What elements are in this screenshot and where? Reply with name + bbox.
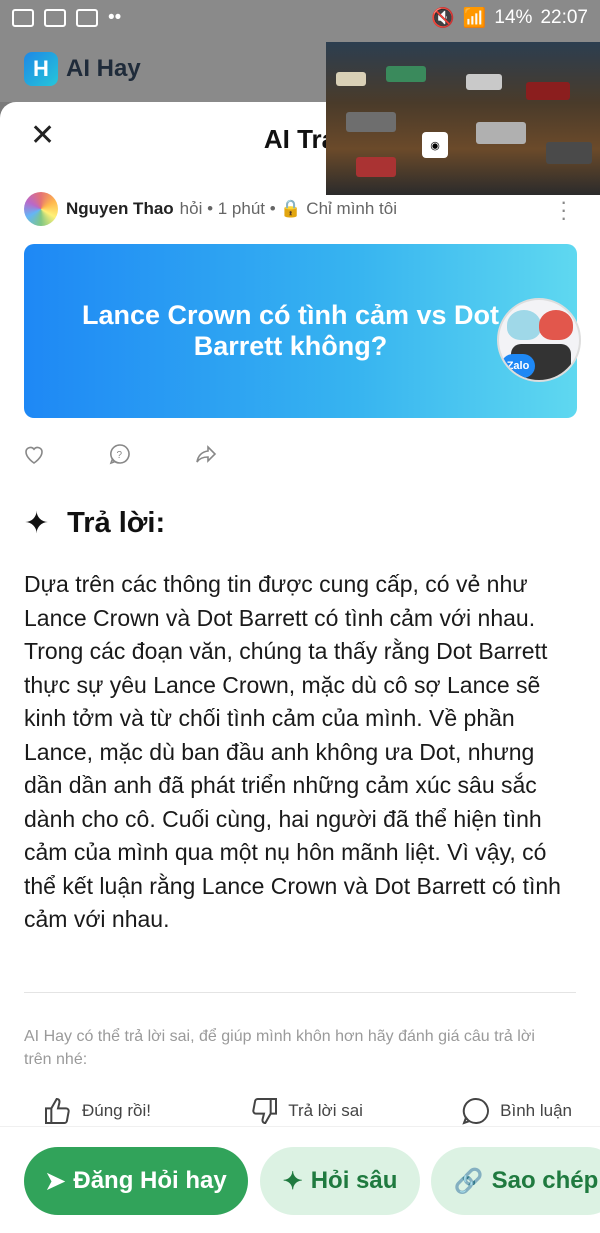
correct-button[interactable]: Đúng rồi! [42, 1095, 151, 1127]
close-icon[interactable]: ✕ [30, 121, 58, 151]
answer-heading: ✦ Trả lời: [24, 506, 165, 541]
correct-label: Đúng rồi! [82, 1101, 151, 1120]
more-notifications: •• [108, 7, 122, 28]
copy-button[interactable]: 🔗 Sao chép [431, 1147, 600, 1215]
post-question-label: Đăng Hỏi hay [73, 1167, 227, 1194]
app-logo: H [24, 52, 58, 86]
status-bar: •• 🔇 📶 14% 22:07 [0, 0, 600, 36]
status-left: •• [12, 7, 121, 29]
more-options-icon[interactable]: · · · [560, 191, 567, 229]
status-right: 🔇 📶 14% 22:07 [431, 6, 588, 30]
wifi-icon: 📶 [462, 8, 487, 29]
post-meta: hỏi • 1 phút • 🔒 Chỉ mình tôi [179, 199, 398, 218]
author-name[interactable]: Nguyen Thao [66, 199, 174, 219]
wrong-label: Trả lời sai [288, 1101, 363, 1120]
app-name: AI Hay [66, 55, 141, 82]
send-icon: ➤ [45, 1167, 66, 1195]
comment-icon [462, 1097, 490, 1125]
answer-title: Trả lời: [67, 507, 166, 539]
heart-icon[interactable] [22, 442, 46, 466]
bottom-action-bar: ➤ Đăng Hỏi hay ✦ Hỏi sâu 🔗 Sao chép [0, 1126, 600, 1233]
zalo-icon [76, 9, 98, 27]
share-icon[interactable] [194, 442, 218, 466]
video-sticker: ◉ [422, 132, 448, 158]
feedback-row: Đúng rồi! Trả lời sai Bình luận [42, 1095, 572, 1127]
ask-deeper-button[interactable]: ✦ Hỏi sâu [260, 1147, 420, 1215]
wrong-button[interactable]: Trả lời sai [248, 1095, 363, 1127]
ask-question-icon[interactable]: ? [108, 442, 132, 466]
divider [24, 992, 576, 993]
sparkle-icon: ✦ [24, 507, 50, 540]
thumbs-up-icon [45, 1097, 70, 1124]
youtube-icon [44, 9, 66, 27]
mute-icon: 🔇 [431, 8, 455, 29]
comment-label: Bình luận [500, 1101, 572, 1120]
disclaimer-text: AI Hay có thể trả lời sai, để giúp mình … [24, 1028, 535, 1068]
sticker-image: Zalo [497, 298, 581, 382]
gallery-icon [12, 9, 34, 27]
answer-sheet: ✕ AI Trả Nguyen Thao hỏi • 1 phút • 🔒 Ch… [0, 102, 600, 1233]
battery-level: 14% [494, 7, 533, 28]
ask-deeper-label: Hỏi sâu [310, 1167, 398, 1194]
post-actions: ? [22, 442, 218, 466]
question-text: Lance Crown có tình cảm vs Dot Barrett k… [81, 300, 500, 361]
post-question-button[interactable]: ➤ Đăng Hỏi hay [24, 1147, 248, 1215]
answer-text: Dựa trên các thông tin được cung cấp, có… [24, 571, 561, 932]
thumbs-down-icon [252, 1098, 278, 1125]
question-author: Nguyen Thao hỏi • 1 phút • 🔒 Chỉ mình tô… [24, 192, 397, 226]
zalo-badge: Zalo [501, 354, 535, 378]
floating-video-thumbnail[interactable]: ◉ [326, 42, 600, 195]
svg-text:?: ? [117, 450, 123, 461]
sparkle-icon: ✦ [282, 1167, 303, 1195]
question-card: Lance Crown có tình cảm vs Dot Barrett k… [24, 244, 581, 418]
comment-button[interactable]: Bình luận [460, 1095, 572, 1127]
clock: 22:07 [540, 7, 588, 28]
copy-label: Sao chép [491, 1167, 599, 1194]
link-icon: 🔗 [453, 1167, 484, 1195]
avatar[interactable] [24, 192, 58, 226]
